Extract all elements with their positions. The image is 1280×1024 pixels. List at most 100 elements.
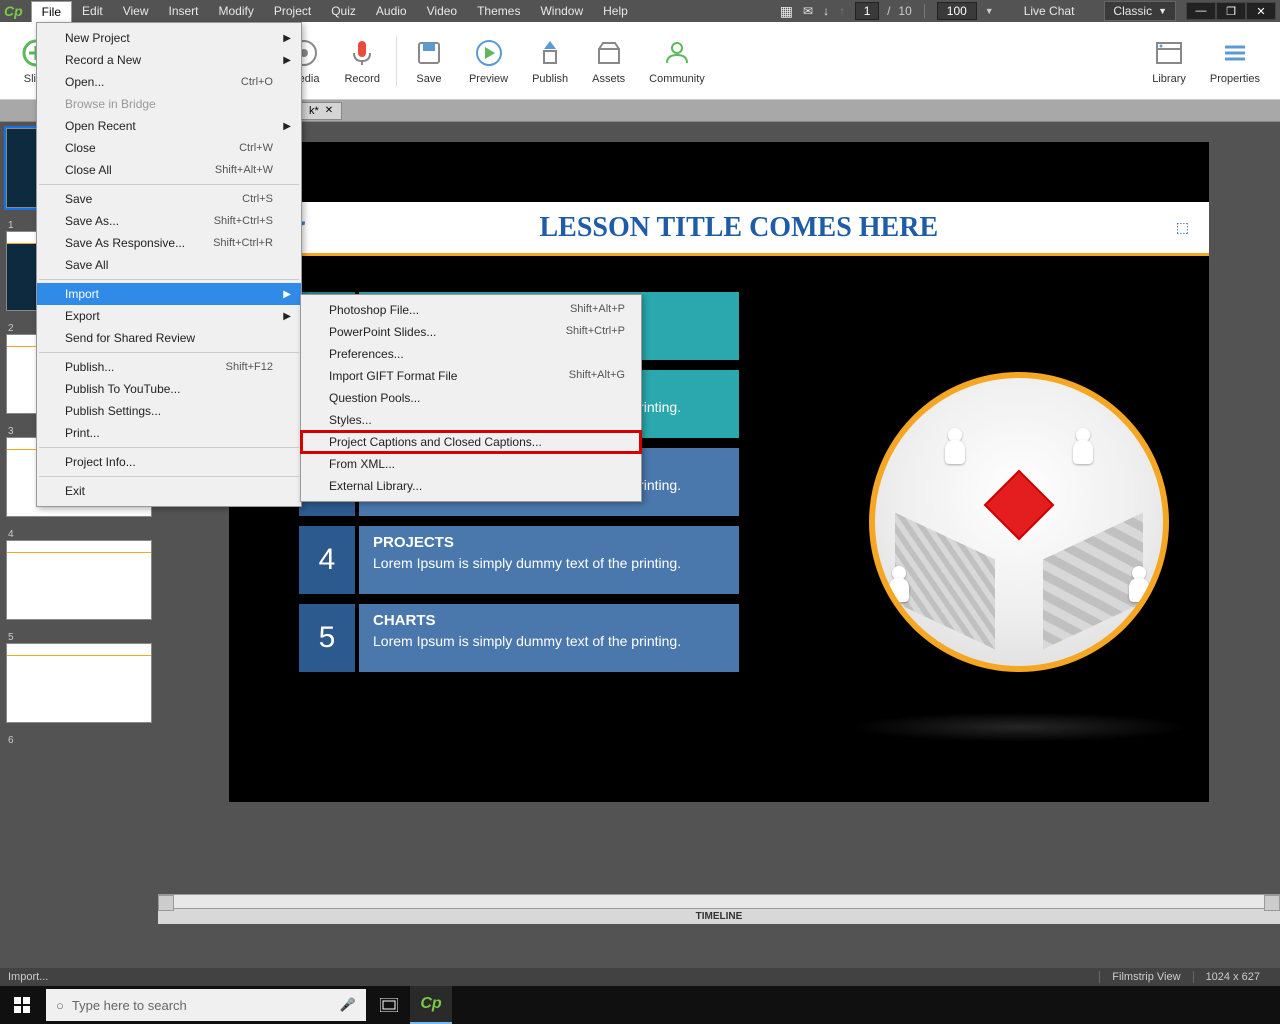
menu-item-export[interactable]: Export▶ [37, 305, 301, 327]
timeline-panel-header[interactable]: TIMELINE [158, 908, 1280, 924]
mail-icon[interactable]: ✉ [803, 4, 813, 18]
minimize-button[interactable]: — [1186, 2, 1216, 20]
circle-image[interactable] [869, 372, 1169, 672]
assets-icon [593, 37, 625, 69]
submenu-item-external-library-[interactable]: External Library... [301, 475, 641, 497]
menu-audio[interactable]: Audio [366, 1, 417, 22]
properties-icon [1219, 37, 1251, 69]
item-description: Lorem Ipsum is simply dummy text of the … [373, 555, 725, 571]
thumbnail-number: 5 [8, 632, 152, 643]
menu-video[interactable]: Video [417, 1, 467, 22]
submenu-arrow-icon: ▶ [283, 289, 291, 300]
save-icon [413, 37, 445, 69]
tool-preview[interactable]: Preview [457, 31, 520, 91]
menu-modify[interactable]: Modify [209, 1, 264, 22]
submenu-item-photoshop-file-[interactable]: Photoshop File...Shift+Alt+P [301, 299, 641, 321]
menu-item-publish-[interactable]: Publish...Shift+F12 [37, 356, 301, 378]
item-title: CHARTS [373, 612, 725, 629]
status-bar: Import... Filmstrip View 1024 x 627 [0, 968, 1280, 986]
download-icon[interactable]: ↓ [823, 4, 829, 18]
menu-help[interactable]: Help [593, 1, 638, 22]
menu-item-exit[interactable]: Exit [37, 480, 301, 502]
tool-publish[interactable]: Publish [520, 31, 580, 91]
close-button[interactable]: ✕ [1246, 2, 1276, 20]
item-title: PROJECTS [373, 534, 725, 551]
content-item[interactable]: 4 PROJECTS Lorem Ipsum is simply dummy tex… [299, 526, 739, 594]
menu-item-publish-to-youtube-[interactable]: Publish To YouTube... [37, 378, 301, 400]
publish-icon [534, 37, 566, 69]
menu-item-import[interactable]: Import▶ [37, 283, 301, 305]
tool-assets[interactable]: Assets [580, 31, 637, 91]
import-submenu: Photoshop File...Shift+Alt+PPowerPoint S… [300, 294, 642, 502]
toolbar-glyph[interactable]: ▦ [780, 3, 793, 20]
menu-item-new-project[interactable]: New Project▶ [37, 27, 301, 49]
item-number: 4 [299, 526, 355, 594]
thumbnail-number: 6 [8, 735, 152, 746]
tool-record[interactable]: Record [332, 31, 391, 91]
app-logo: Cp [4, 3, 23, 19]
zoom-input[interactable]: 100 [937, 2, 977, 20]
menu-item-save-as-[interactable]: Save As...Shift+Ctrl+S [37, 210, 301, 232]
submenu-item-styles-[interactable]: Styles... [301, 409, 641, 431]
menu-item-send-for-shared-review[interactable]: Send for Shared Review [37, 327, 301, 349]
submenu-item-preferences-[interactable]: Preferences... [301, 343, 641, 365]
submenu-item-question-pools-[interactable]: Question Pools... [301, 387, 641, 409]
menu-item-print-[interactable]: Print... [37, 422, 301, 444]
horizontal-scrollbar[interactable] [158, 894, 1280, 908]
menu-item-publish-settings-[interactable]: Publish Settings... [37, 400, 301, 422]
content-item[interactable]: 5CHARTSLorem Ipsum is simply dummy text … [299, 604, 739, 672]
menu-themes[interactable]: Themes [467, 1, 530, 22]
start-button[interactable] [0, 986, 44, 1024]
menu-item-browse-in-bridge: Browse in Bridge [37, 93, 301, 115]
menu-insert[interactable]: Insert [159, 1, 209, 22]
mic-icon[interactable]: 🎤 [340, 997, 356, 1013]
document-tab[interactable]: k* ✕ [300, 102, 342, 120]
submenu-item-powerpoint-slides-[interactable]: PowerPoint Slides...Shift+Ctrl+P [301, 321, 641, 343]
menu-window[interactable]: Window [530, 1, 593, 22]
submenu-arrow-icon: ▶ [283, 311, 291, 322]
menu-item-save-all[interactable]: Save All [37, 254, 301, 276]
library-icon [1153, 37, 1185, 69]
view-mode-indicator[interactable]: Filmstrip View [1099, 971, 1192, 983]
menu-project[interactable]: Project [264, 1, 321, 22]
submenu-item-project-captions-and-closed-captions-[interactable]: Project Captions and Closed Captions... [301, 431, 641, 453]
menu-view[interactable]: View [113, 1, 159, 22]
menu-item-open-recent[interactable]: Open Recent▶ [37, 115, 301, 137]
menu-item-record-a-new[interactable]: Record a New▶ [37, 49, 301, 71]
task-view-button[interactable] [368, 986, 410, 1024]
lesson-title-text[interactable]: LESSON TITLE COMES HERE [302, 212, 1176, 244]
menu-item-save-as-responsive-[interactable]: Save As Responsive...Shift+Ctrl+R [37, 232, 301, 254]
maximize-button[interactable]: ❐ [1216, 2, 1246, 20]
submenu-item-from-xml-[interactable]: From XML... [301, 453, 641, 475]
record-icon [346, 37, 378, 69]
menu-item-save[interactable]: SaveCtrl+S [37, 188, 301, 210]
workspace-selector[interactable]: Classic▼ [1104, 1, 1176, 21]
item-description: Lorem Ipsum is simply dummy text of the … [373, 633, 725, 649]
menu-file[interactable]: File [31, 1, 72, 22]
tool-properties[interactable]: Properties [1198, 31, 1272, 91]
tool-save[interactable]: Save [401, 31, 457, 91]
menu-quiz[interactable]: Quiz [321, 1, 366, 22]
current-page-input[interactable]: 1 [855, 2, 879, 20]
menu-item-open-[interactable]: Open...Ctrl+O [37, 71, 301, 93]
community-icon [661, 37, 693, 69]
menu-item-close-all[interactable]: Close AllShift+Alt+W [37, 159, 301, 181]
live-chat-link[interactable]: Live Chat [1024, 4, 1075, 18]
menubar: FileEditViewInsertModifyProjectQuizAudio… [31, 1, 638, 22]
tool-library[interactable]: Library [1140, 31, 1198, 91]
menu-item-close[interactable]: CloseCtrl+W [37, 137, 301, 159]
taskbar-search[interactable]: ○ Type here to search 🎤 [46, 989, 366, 1021]
status-message: Import... [8, 971, 48, 983]
submenu-arrow-icon: ▶ [283, 55, 291, 66]
tool-community[interactable]: Community [637, 31, 717, 91]
taskbar-captivate-icon[interactable]: Cp [410, 986, 452, 1024]
slide-thumbnail[interactable] [6, 643, 152, 723]
menu-edit[interactable]: Edit [72, 1, 113, 22]
menu-item-project-info-[interactable]: Project Info... [37, 451, 301, 473]
close-tab-icon[interactable]: ✕ [325, 105, 333, 116]
submenu-item-import-gift-format-file[interactable]: Import GIFT Format FileShift+Alt+G [301, 365, 641, 387]
slide-thumbnail[interactable] [6, 540, 152, 620]
thumbnail-number: 4 [8, 529, 152, 540]
upload-icon[interactable]: ↑ [839, 4, 845, 18]
zoom-dropdown-icon[interactable]: ▼ [985, 6, 994, 16]
